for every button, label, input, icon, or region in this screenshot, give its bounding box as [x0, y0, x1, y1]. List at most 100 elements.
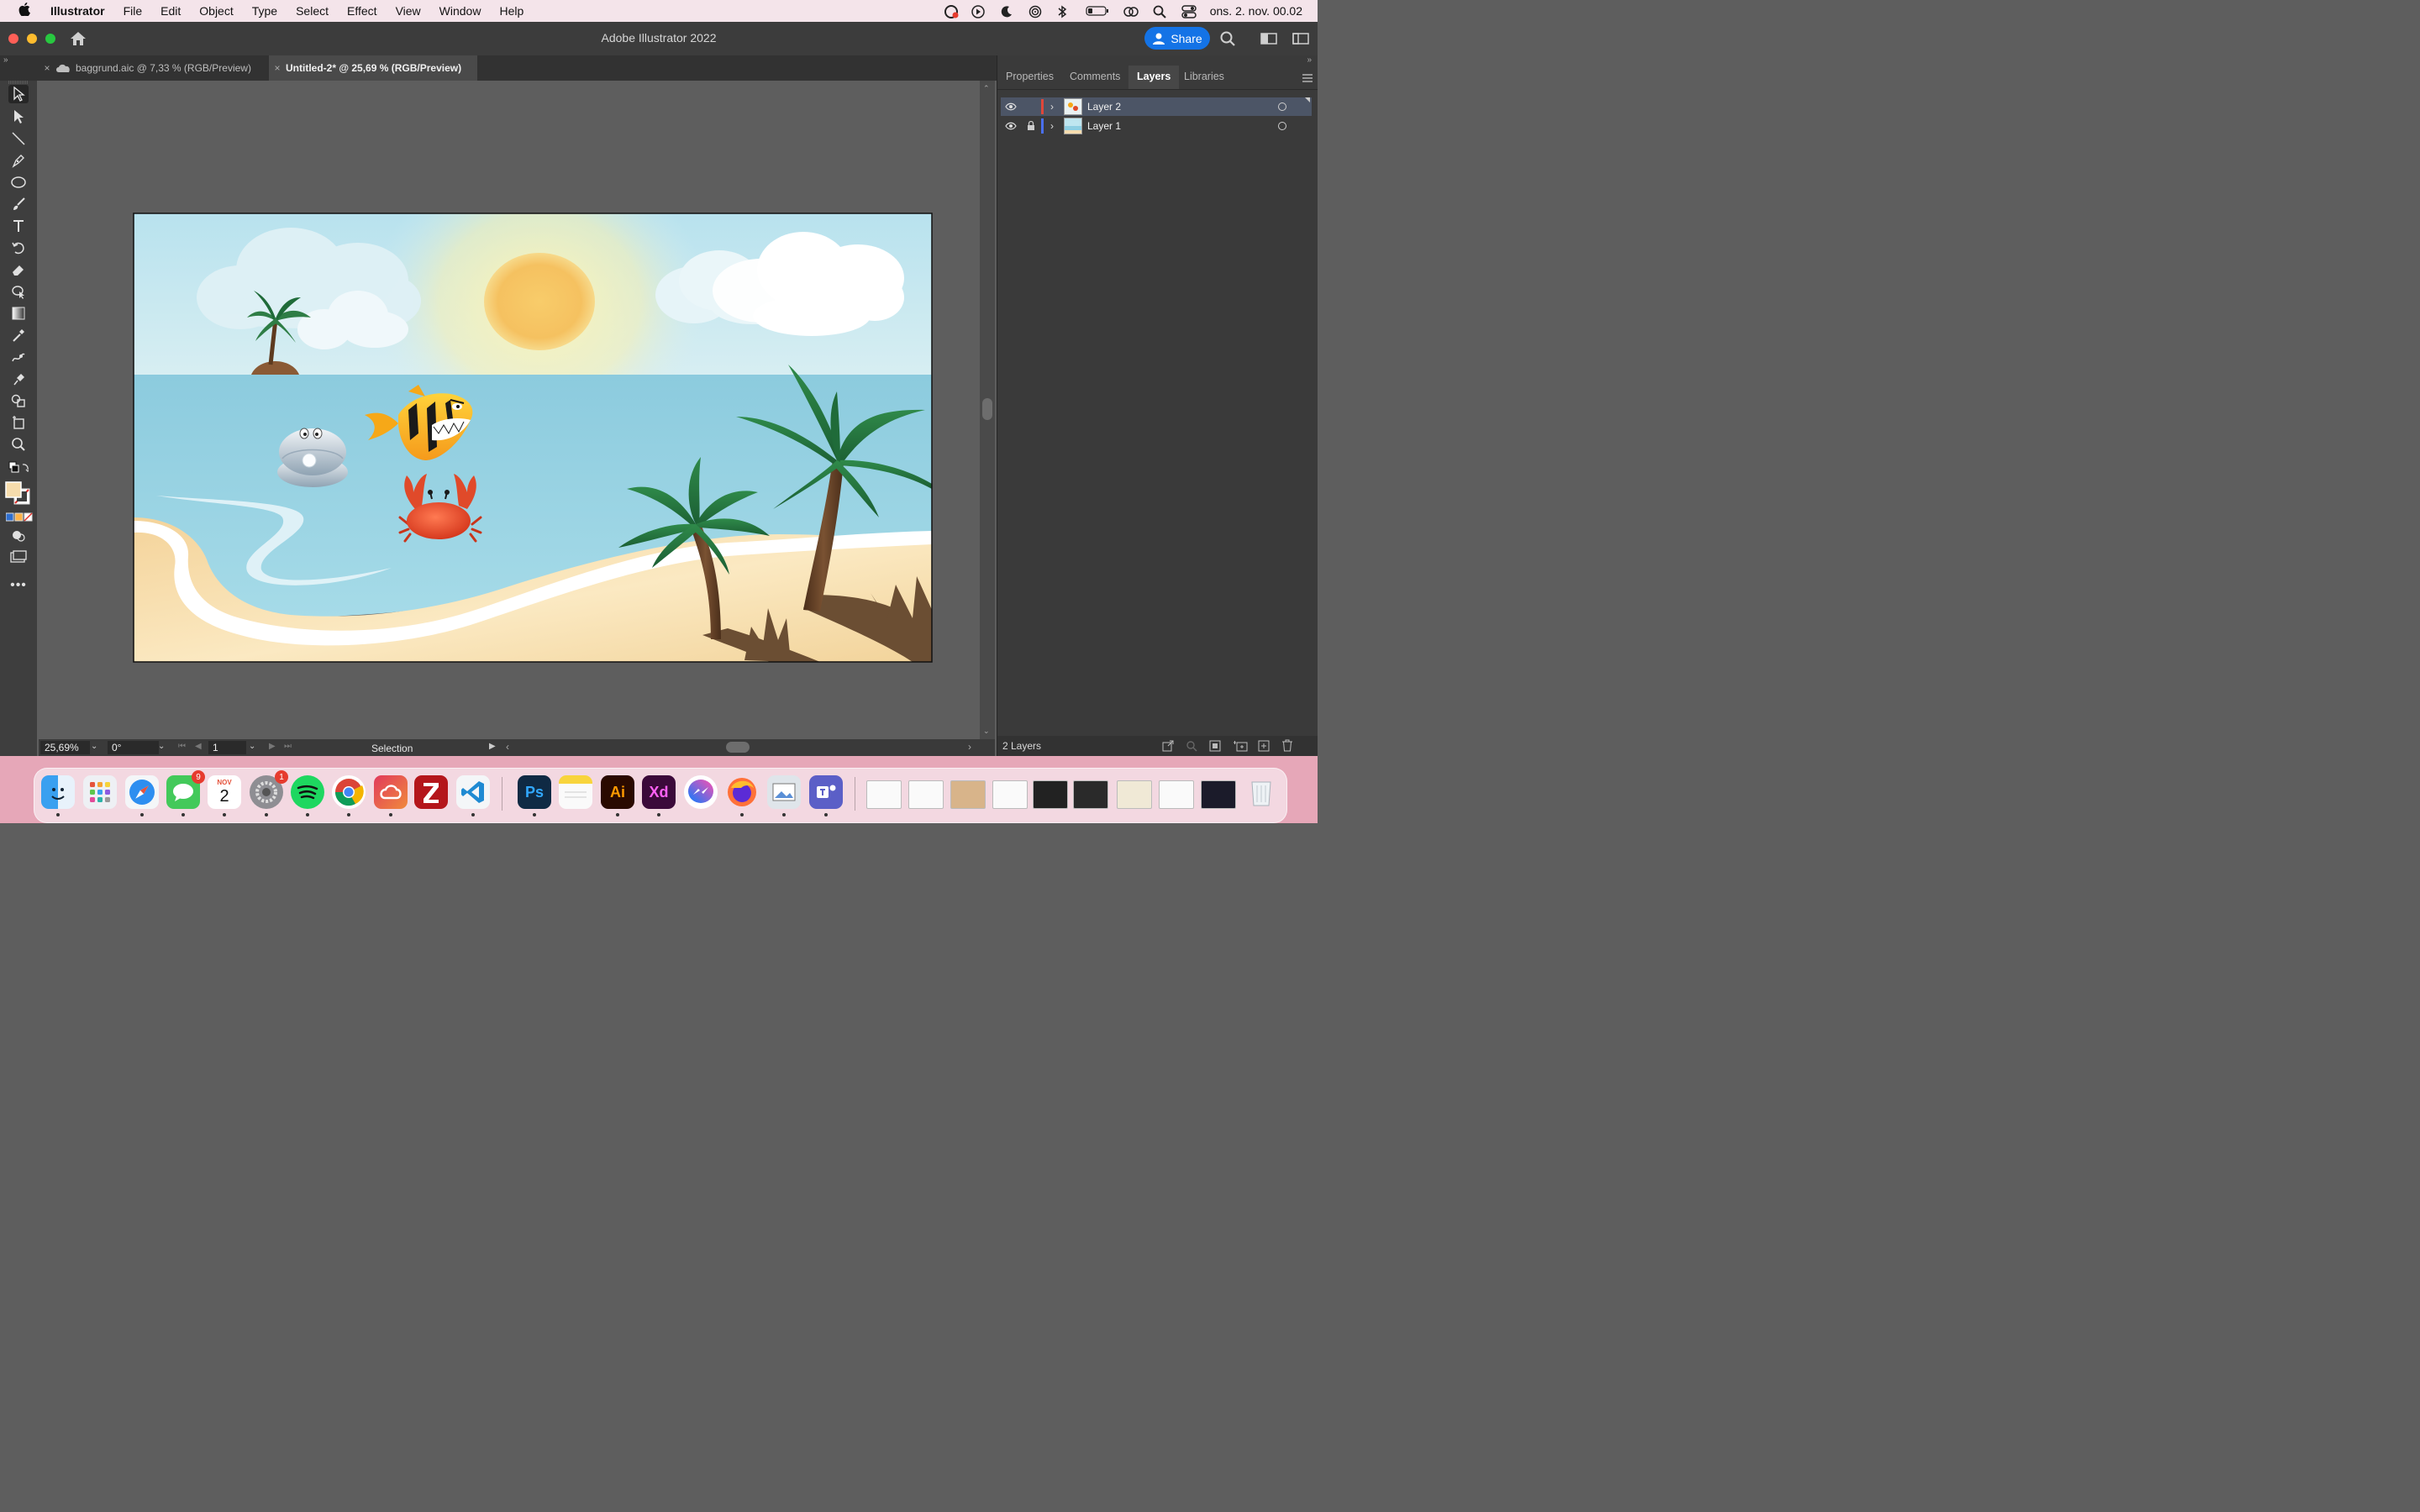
target-circle-icon[interactable] [1278, 102, 1286, 111]
status-menu-icon[interactable]: ▶ [489, 742, 496, 751]
panel-menu-icon[interactable] [1302, 72, 1313, 87]
layer-name[interactable]: Layer 2 [1087, 101, 1121, 113]
battery-icon[interactable] [1086, 5, 1109, 17]
scroll-down-icon[interactable]: ⌄ [983, 727, 990, 736]
shape-builder-tool-icon[interactable] [8, 391, 29, 410]
first-artboard-icon[interactable]: ⏮ [178, 742, 186, 751]
arrange-documents-icon[interactable] [1292, 32, 1309, 50]
vertical-scrollbar[interactable]: ⌃ ⌄ [980, 81, 995, 739]
spotlight-search-icon[interactable] [1153, 5, 1168, 18]
apple-menu-icon[interactable] [18, 2, 35, 20]
do-not-disturb-icon[interactable] [1000, 5, 1015, 18]
previous-artboard-icon[interactable]: ◀ [195, 742, 202, 751]
tab-layers[interactable]: Layers [1128, 66, 1180, 89]
artboard-tool-icon[interactable] [8, 413, 29, 432]
pen-tool-icon[interactable] [8, 151, 29, 170]
zoom-tool-icon[interactable] [8, 435, 29, 454]
export-assets-icon[interactable] [1162, 740, 1174, 754]
search-icon[interactable] [1220, 31, 1235, 50]
screen-mirroring-icon[interactable] [1123, 5, 1139, 17]
sun[interactable] [484, 253, 595, 350]
menu-effect[interactable]: Effect [347, 4, 377, 18]
tab-properties[interactable]: Properties [997, 66, 1062, 89]
screen-mode-icon[interactable] [8, 548, 29, 566]
airdrop-icon[interactable] [1028, 5, 1044, 18]
chrome-icon[interactable] [332, 775, 366, 809]
minimized-window-7[interactable] [1117, 780, 1152, 809]
eraser-tool-icon[interactable] [8, 260, 29, 279]
messages-icon[interactable]: 9 [166, 770, 205, 809]
preview-icon[interactable] [767, 775, 801, 809]
filezilla-icon[interactable] [414, 775, 448, 809]
close-tab-icon[interactable]: × [269, 62, 286, 74]
rotation-dropdown-icon[interactable]: ⌄ [158, 742, 165, 751]
launchpad-icon[interactable] [83, 775, 117, 809]
zoom-level-field[interactable]: 25,69% [40, 741, 90, 754]
default-fill-stroke-icon[interactable] [8, 459, 29, 477]
creative-cloud-icon[interactable] [374, 775, 408, 809]
eyedropper-tool-icon[interactable] [8, 326, 29, 344]
locate-object-icon[interactable] [1186, 740, 1197, 754]
close-tab-icon[interactable]: × [39, 62, 55, 74]
scroll-up-icon[interactable]: ⌃ [983, 84, 990, 93]
gradient-tool-icon[interactable] [8, 304, 29, 323]
puppet-warp-tool-icon[interactable] [8, 348, 29, 366]
expand-chevron-icon[interactable]: › [1050, 101, 1064, 113]
minimized-window-4[interactable] [992, 780, 1028, 809]
menu-view[interactable]: View [396, 4, 421, 18]
horizontal-scroll-thumb[interactable] [726, 742, 750, 753]
minimized-window-2[interactable] [908, 780, 944, 809]
photoshop-icon[interactable]: Ps [518, 775, 551, 809]
tab-untitled-2[interactable]: × Untitled-2* @ 25,69 % (RGB/Preview) [269, 55, 477, 81]
calendar-icon[interactable]: NOV 2 [208, 775, 241, 809]
type-tool-icon[interactable] [8, 217, 29, 235]
scroll-left-icon[interactable]: ‹ [506, 741, 509, 753]
menu-help[interactable]: Help [499, 4, 523, 18]
vertical-scroll-thumb[interactable] [982, 398, 992, 420]
line-segment-tool-icon[interactable] [8, 129, 29, 148]
last-artboard-icon[interactable]: ⏭ [284, 742, 292, 751]
next-artboard-icon[interactable]: ▶ [269, 742, 276, 751]
workspace-switcher-icon[interactable] [1260, 32, 1277, 50]
minimized-window-5[interactable] [1033, 780, 1068, 809]
play-icon[interactable] [971, 5, 986, 18]
minimized-window-9[interactable] [1201, 780, 1236, 809]
free-transform-tool-icon[interactable] [8, 282, 29, 301]
illustrator-icon[interactable]: Ai [601, 775, 634, 809]
minimized-window-8[interactable] [1159, 780, 1194, 809]
tab-baggrund[interactable]: × baggrund.aic @ 7,33 % (RGB/Preview) [39, 55, 267, 81]
fill-stroke-swatch[interactable] [4, 480, 33, 506]
zoom-dropdown-icon[interactable]: ⌄ [91, 742, 97, 751]
create-sublayer-icon[interactable] [1233, 740, 1248, 754]
finder-icon[interactable] [41, 775, 75, 809]
delete-layer-icon[interactable] [1281, 739, 1293, 754]
menubar-clock[interactable]: ons. 2. nov. 00.02 [1210, 4, 1302, 18]
menu-type[interactable]: Type [252, 4, 277, 18]
direct-selection-tool-icon[interactable] [8, 108, 29, 126]
color-mode-icons[interactable] [5, 512, 33, 522]
artboard[interactable] [39, 81, 980, 739]
visibility-eye-icon[interactable] [1001, 102, 1021, 111]
menu-select[interactable]: Select [296, 4, 329, 18]
messenger-icon[interactable] [684, 775, 718, 809]
scroll-right-icon[interactable]: › [968, 741, 971, 753]
menu-window[interactable]: Window [439, 4, 481, 18]
menu-object[interactable]: Object [199, 4, 233, 18]
teams-icon[interactable] [809, 775, 843, 809]
draw-mode-icon[interactable] [8, 526, 29, 544]
rotation-field[interactable]: 0° [108, 741, 159, 754]
paintbrush-tool-icon[interactable] [8, 195, 29, 213]
minimized-window-6[interactable] [1073, 780, 1108, 809]
layer-name[interactable]: Layer 1 [1087, 120, 1121, 132]
visibility-eye-icon[interactable] [1001, 122, 1021, 130]
control-center-icon[interactable] [1181, 5, 1197, 18]
collapse-toolbar-icon[interactable]: » [3, 55, 8, 65]
notes-icon[interactable] [559, 775, 592, 809]
vscode-icon[interactable] [456, 775, 490, 809]
menu-edit[interactable]: Edit [160, 4, 181, 18]
safari-icon[interactable] [125, 775, 159, 809]
layer-row-layer-1[interactable]: › Layer 1 [1001, 117, 1312, 135]
toolbar-grip[interactable] [8, 81, 29, 84]
menu-file[interactable]: File [124, 4, 143, 18]
minimized-window-1[interactable] [866, 780, 902, 809]
